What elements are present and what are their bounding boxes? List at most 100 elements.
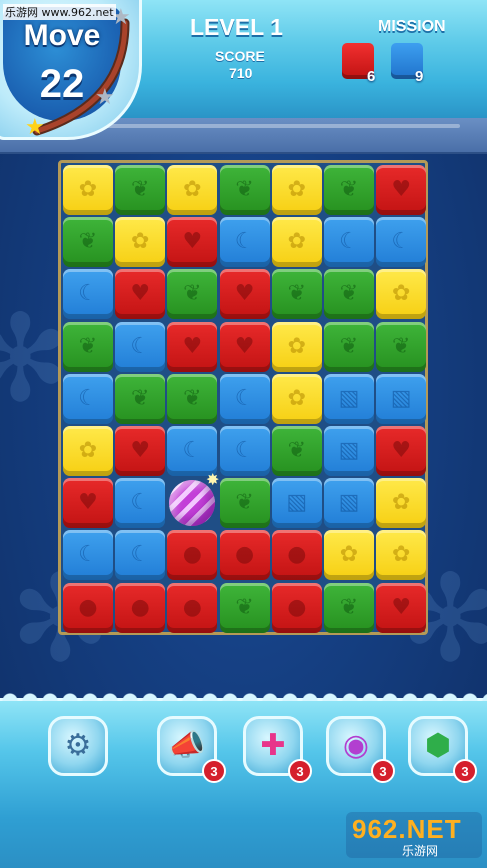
yellow-flower-tile[interactable]: ✿ — [324, 530, 374, 581]
red-heart-tile[interactable]: ♥ — [115, 269, 166, 320]
score-label: SCORE — [215, 48, 265, 64]
red-bomb-tile[interactable]: ● — [271, 530, 322, 581]
star-icon: ★ — [25, 115, 45, 140]
green-leaf-tile[interactable]: ❦ — [324, 269, 374, 320]
blue-moon-tile[interactable]: ☾ — [63, 373, 113, 424]
green-leaf-tile[interactable]: ❦ — [115, 373, 166, 424]
green-leaf-tile[interactable]: ❦ — [167, 269, 218, 320]
green-leaf-icon: ❦ — [339, 333, 359, 359]
booster-count-badge: 3 — [202, 759, 226, 783]
blue-moon-tile[interactable]: ☾ — [115, 478, 166, 529]
yellow-flower-tile[interactable]: ✿ — [376, 269, 427, 320]
cross-booster-button[interactable]: ✚ 3 — [243, 716, 312, 783]
red-heart-tile[interactable]: ♥ — [63, 478, 113, 529]
yellow-flower-icon: ✿ — [130, 229, 150, 255]
blue-stripe-icon: ▧ — [338, 490, 360, 516]
blue-moon-tile[interactable]: ☾ — [219, 217, 270, 268]
yellow-flower-tile[interactable]: ✿ — [376, 478, 427, 529]
yellow-flower-tile[interactable]: ✿ — [271, 321, 322, 372]
green-leaf-tile[interactable]: ❦ — [167, 373, 218, 424]
green-leaf-tile[interactable]: ❦ — [324, 582, 374, 633]
blue-stripe-tile[interactable]: ▧ — [271, 478, 322, 529]
red-bomb-tile[interactable]: ● — [167, 582, 218, 633]
green-leaf-tile[interactable]: ❦ — [324, 165, 374, 215]
blue-moon-tile[interactable]: ☾ — [324, 217, 374, 268]
mission-red-count: 6 — [367, 68, 376, 85]
mission-blue-count: 9 — [415, 68, 424, 85]
blue-stripe-tile[interactable]: ▧ — [324, 426, 374, 476]
red-bomb-tile[interactable]: ● — [167, 530, 218, 581]
yellow-flower-tile[interactable]: ✿ — [271, 165, 322, 215]
green-leaf-tile[interactable]: ❦ — [115, 165, 166, 215]
color-ball-booster-button[interactable]: ◉ 3 — [326, 716, 395, 783]
red-heart-tile[interactable]: ♥ — [219, 321, 270, 372]
yellow-flower-tile[interactable]: ✿ — [167, 165, 218, 215]
green-leaf-tile[interactable]: ❦ — [324, 321, 374, 372]
cannon-booster-button[interactable]: 📣 3 — [157, 716, 226, 783]
settings-button[interactable]: ⚙ — [48, 716, 108, 776]
blue-stripe-tile[interactable]: ▧ — [376, 373, 427, 424]
rainbow-booster-button[interactable]: ⬢ 3 — [408, 716, 477, 783]
green-leaf-tile[interactable]: ❦ — [219, 165, 270, 215]
green-leaf-tile[interactable]: ❦ — [63, 321, 113, 372]
blue-moon-tile[interactable]: ☾ — [63, 530, 113, 581]
moves-badge: Move 22 ★ ★ ★ — [0, 0, 142, 140]
blue-moon-tile[interactable]: ☾ — [115, 321, 166, 372]
blue-moon-icon: ☾ — [78, 385, 98, 411]
yellow-flower-tile[interactable]: ✿ — [115, 217, 166, 268]
red-bomb-tile[interactable]: ● — [219, 530, 270, 581]
blue-moon-tile[interactable]: ☾ — [219, 373, 270, 424]
red-heart-tile[interactable]: ♥ — [167, 321, 218, 372]
red-heart-icon: ♥ — [130, 281, 151, 307]
red-bomb-tile[interactable]: ● — [115, 582, 166, 633]
blue-moon-icon: ☾ — [130, 333, 151, 359]
site-watermark: 乐游网 www.962.net — [3, 4, 116, 20]
blue-moon-tile[interactable]: ☾ — [63, 269, 113, 320]
game-board[interactable]: ✿ ❦ ✿ ❦ ✿ ❦ ♥ ❦ ✿ ♥ ☾ ✿ ☾ ☾ ☾ ♥ ❦ ♥ ❦ ❦ ✿ ❦ ☾ ♥ ♥ ✿ ❦ ❦ ☾ ❦ ❦ ☾ ✿ ▧ ▧ ✿ ♥ ☾ ☾ ❦… — [58, 160, 428, 635]
red-heart-tile[interactable]: ♥ — [376, 582, 427, 633]
blue-moon-tile[interactable]: ☾ — [167, 426, 218, 476]
red-heart-icon: ♥ — [391, 438, 412, 463]
yellow-flower-tile[interactable]: ✿ — [271, 373, 322, 424]
yellow-flower-tile[interactable]: ✿ — [271, 217, 322, 268]
green-leaf-icon: ❦ — [78, 333, 98, 359]
rainbow-ball-icon: ⬢ — [424, 728, 452, 763]
yellow-flower-icon: ✿ — [391, 542, 411, 568]
blue-stripe-tile[interactable]: ▧ — [324, 373, 374, 424]
green-leaf-icon: ❦ — [183, 385, 202, 411]
red-heart-tile[interactable]: ♥ — [219, 269, 270, 320]
green-leaf-tile[interactable]: ❦ — [219, 582, 270, 633]
red-heart-tile[interactable]: ♥ — [376, 426, 427, 476]
yellow-flower-icon: ✿ — [78, 177, 98, 202]
color-ball-tile[interactable] — [169, 470, 219, 527]
green-leaf-icon: ❦ — [78, 229, 98, 255]
blue-moon-icon: ☾ — [339, 229, 359, 255]
yellow-flower-tile[interactable]: ✿ — [63, 165, 113, 215]
green-leaf-tile[interactable]: ❦ — [376, 321, 427, 372]
red-bomb-tile[interactable]: ● — [271, 582, 322, 633]
blue-moon-icon: ☾ — [391, 229, 412, 255]
red-bomb-icon: ● — [182, 594, 202, 620]
red-heart-tile[interactable]: ♥ — [167, 217, 218, 268]
red-bomb-tile[interactable]: ● — [63, 582, 113, 633]
green-leaf-tile[interactable]: ❦ — [271, 426, 322, 476]
green-leaf-tile[interactable]: ❦ — [271, 269, 322, 320]
green-leaf-tile[interactable]: ❦ — [63, 217, 113, 268]
booster-count-badge: 3 — [453, 759, 477, 783]
red-bomb-icon: ● — [130, 594, 150, 620]
red-heart-icon: ♥ — [78, 490, 98, 516]
blue-moon-tile[interactable]: ☾ — [219, 426, 270, 476]
green-leaf-tile[interactable]: ❦ — [219, 478, 270, 529]
blue-moon-tile[interactable]: ☾ — [115, 530, 166, 581]
red-heart-tile[interactable]: ♥ — [376, 165, 427, 215]
blue-moon-tile[interactable]: ☾ — [376, 217, 427, 268]
yellow-flower-tile[interactable]: ✿ — [63, 426, 113, 476]
blue-stripe-tile[interactable]: ▧ — [324, 478, 374, 529]
yellow-flower-tile[interactable]: ✿ — [376, 530, 427, 581]
green-leaf-icon: ❦ — [235, 594, 254, 620]
blue-moon-icon: ☾ — [234, 229, 255, 255]
green-leaf-icon: ❦ — [339, 281, 359, 307]
red-heart-tile[interactable]: ♥ — [115, 426, 166, 476]
red-bomb-icon: ● — [234, 542, 255, 568]
red-heart-icon: ♥ — [234, 281, 255, 307]
